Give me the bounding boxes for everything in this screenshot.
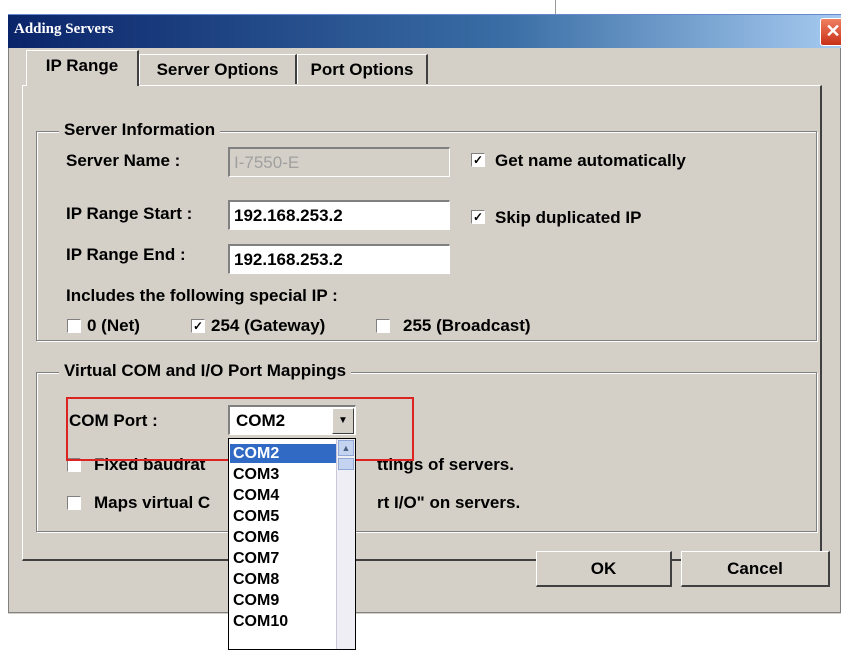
scroll-thumb[interactable] [338,458,354,470]
scroll-up-icon[interactable]: ▲ [338,440,354,456]
maps-virtual-label-start: Maps virtual C [94,493,211,512]
dropdown-option-com4[interactable]: COM4 [233,486,333,505]
ip-range-start-label: IP Range Start : [66,204,193,223]
server-name-field[interactable]: I-7550-E [228,147,450,177]
dropdown-option-com2[interactable]: COM2 [230,444,339,463]
get-name-auto-checkbox[interactable]: ✓ [471,153,485,167]
close-button[interactable]: ✕ [820,18,841,46]
skip-duplicated-checkbox[interactable]: ✓ [471,210,485,224]
special-ip-0-checkbox[interactable] [67,319,81,333]
special-ip-0-label: 0 (Net) [87,316,140,335]
server-information-legend: Server Information [59,120,221,140]
special-ip-255-checkbox[interactable] [376,319,390,333]
dropdown-option-com7[interactable]: COM7 [233,549,333,568]
special-ip-254-checkbox[interactable]: ✓ [191,319,205,333]
ok-button[interactable]: OK [536,551,672,587]
cancel-button[interactable]: Cancel [681,551,830,587]
dropdown-option-com6[interactable]: COM6 [233,528,333,547]
dropdown-scrollbar[interactable]: ▲ [336,439,355,649]
dropdown-option-com5[interactable]: COM5 [233,507,333,526]
title-bar[interactable]: Adding Servers ✕ [8,14,841,48]
tab-port-options[interactable]: Port Options [297,54,428,84]
ip-range-end-field[interactable]: 192.168.253.2 [228,244,450,274]
server-name-label: Server Name : [66,151,181,170]
background-line [555,0,556,14]
skip-duplicated-label: Skip duplicated IP [495,208,642,227]
ip-range-end-label: IP Range End : [66,245,186,264]
tab-server-options[interactable]: Server Options [139,54,297,84]
dropdown-option-com9[interactable]: COM9 [233,591,333,610]
com-port-dropdown-list[interactable]: COM2 COM3 COM4 COM5 COM6 COM7 COM8 COM9 … [228,438,356,650]
maps-virtual-checkbox[interactable] [67,496,81,510]
virtual-com-legend: Virtual COM and I/O Port Mappings [59,361,352,381]
ip-range-start-field[interactable]: 192.168.253.2 [228,200,450,230]
tab-ip-range[interactable]: IP Range [26,50,139,86]
get-name-auto-label: Get name automatically [495,151,686,170]
special-ip-label: Includes the following special IP : [66,286,338,305]
special-ip-255-label: 255 (Broadcast) [403,316,531,335]
dropdown-option-com3[interactable]: COM3 [233,465,333,484]
special-ip-254-label: 254 (Gateway) [211,316,326,335]
window-title: Adding Servers [14,21,114,37]
dropdown-option-com8[interactable]: COM8 [233,570,333,589]
dropdown-option-com10[interactable]: COM10 [233,612,333,631]
maps-virtual-label-end: rt I/O" on servers. [377,493,521,512]
